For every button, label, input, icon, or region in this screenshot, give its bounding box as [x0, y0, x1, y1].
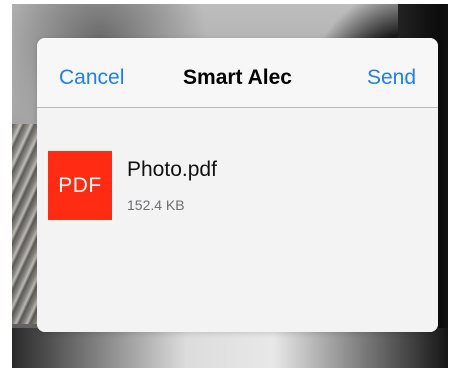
attachment-item[interactable]: PDF Photo.pdf 152.4 KB: [48, 151, 217, 220]
file-name: Photo.pdf: [127, 158, 217, 181]
photo-bottom-area: [12, 328, 448, 368]
cancel-button[interactable]: Cancel: [59, 38, 124, 107]
file-size: 152.4 KB: [127, 197, 185, 213]
share-sheet: Cancel Smart Alec Send PDF Photo.pdf 152…: [37, 38, 438, 332]
send-button[interactable]: Send: [367, 38, 416, 107]
attachment-area: PDF Photo.pdf 152.4 KB: [37, 108, 438, 332]
navigation-bar: Cancel Smart Alec Send: [37, 38, 438, 108]
file-info: Photo.pdf 152.4 KB: [127, 151, 217, 214]
pdf-file-icon: PDF: [48, 151, 112, 220]
